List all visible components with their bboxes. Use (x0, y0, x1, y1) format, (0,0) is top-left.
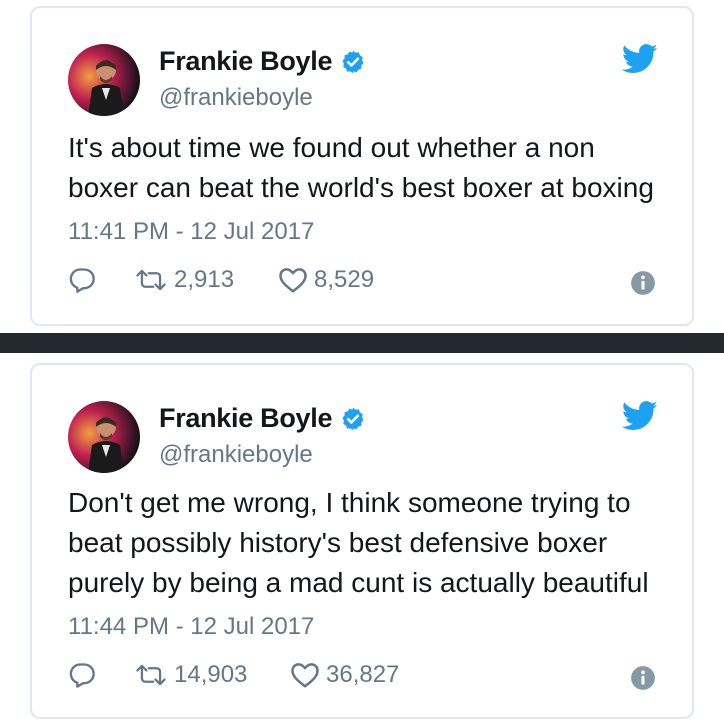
twitter-bird-icon[interactable] (622, 44, 658, 74)
reply-button[interactable] (68, 266, 96, 294)
user-handle[interactable]: @frankieboyle (159, 441, 313, 469)
reply-icon (69, 268, 95, 293)
tweet-actions: 2,913 8,529 (68, 266, 656, 300)
verified-badge-icon (342, 50, 364, 73)
heart-icon (279, 268, 307, 293)
tweet-card[interactable]: Frankie Boyle @frankieboyle Don't get me… (30, 363, 694, 719)
like-button[interactable]: 36,827 (290, 661, 399, 689)
tweet-card[interactable]: Frankie Boyle @frankieboyle It's about t… (30, 6, 694, 326)
reply-icon (69, 663, 95, 688)
avatar[interactable] (68, 44, 140, 116)
retweet-count: 2,913 (174, 266, 235, 293)
twitter-bird-icon[interactable] (622, 401, 658, 431)
tweet-actions: 14,903 36,827 (68, 661, 656, 695)
like-button[interactable]: 8,529 (278, 266, 374, 294)
reply-button[interactable] (68, 661, 96, 689)
info-icon[interactable] (630, 665, 656, 691)
screenshot-panel-top: Frankie Boyle @frankieboyle It's about t… (0, 0, 724, 333)
user-handle[interactable]: @frankieboyle (159, 84, 313, 112)
heart-icon (291, 663, 319, 688)
tweet-timestamp[interactable]: 11:44 PM - 12 Jul 2017 (68, 613, 314, 641)
retweet-icon (136, 664, 166, 686)
like-count: 36,827 (326, 661, 400, 688)
tweet-text: Don't get me wrong, I think someone tryi… (68, 487, 649, 598)
retweet-icon (136, 269, 166, 291)
retweet-count: 14,903 (174, 661, 248, 688)
info-icon[interactable] (630, 270, 656, 296)
tweet-timestamp[interactable]: 11:41 PM - 12 Jul 2017 (68, 218, 314, 246)
verified-badge-icon (342, 407, 364, 430)
screenshot-panel-bottom: Frankie Boyle @frankieboyle Don't get me… (0, 353, 724, 726)
like-count: 8,529 (314, 266, 375, 293)
tweet-text: It's about time we found out whether a n… (68, 132, 654, 203)
retweet-button[interactable]: 2,913 (134, 266, 234, 294)
display-name[interactable]: Frankie Boyle (159, 46, 332, 77)
retweet-button[interactable]: 14,903 (134, 661, 247, 689)
avatar[interactable] (68, 401, 140, 473)
panel-divider (0, 333, 724, 353)
display-name[interactable]: Frankie Boyle (159, 403, 332, 434)
